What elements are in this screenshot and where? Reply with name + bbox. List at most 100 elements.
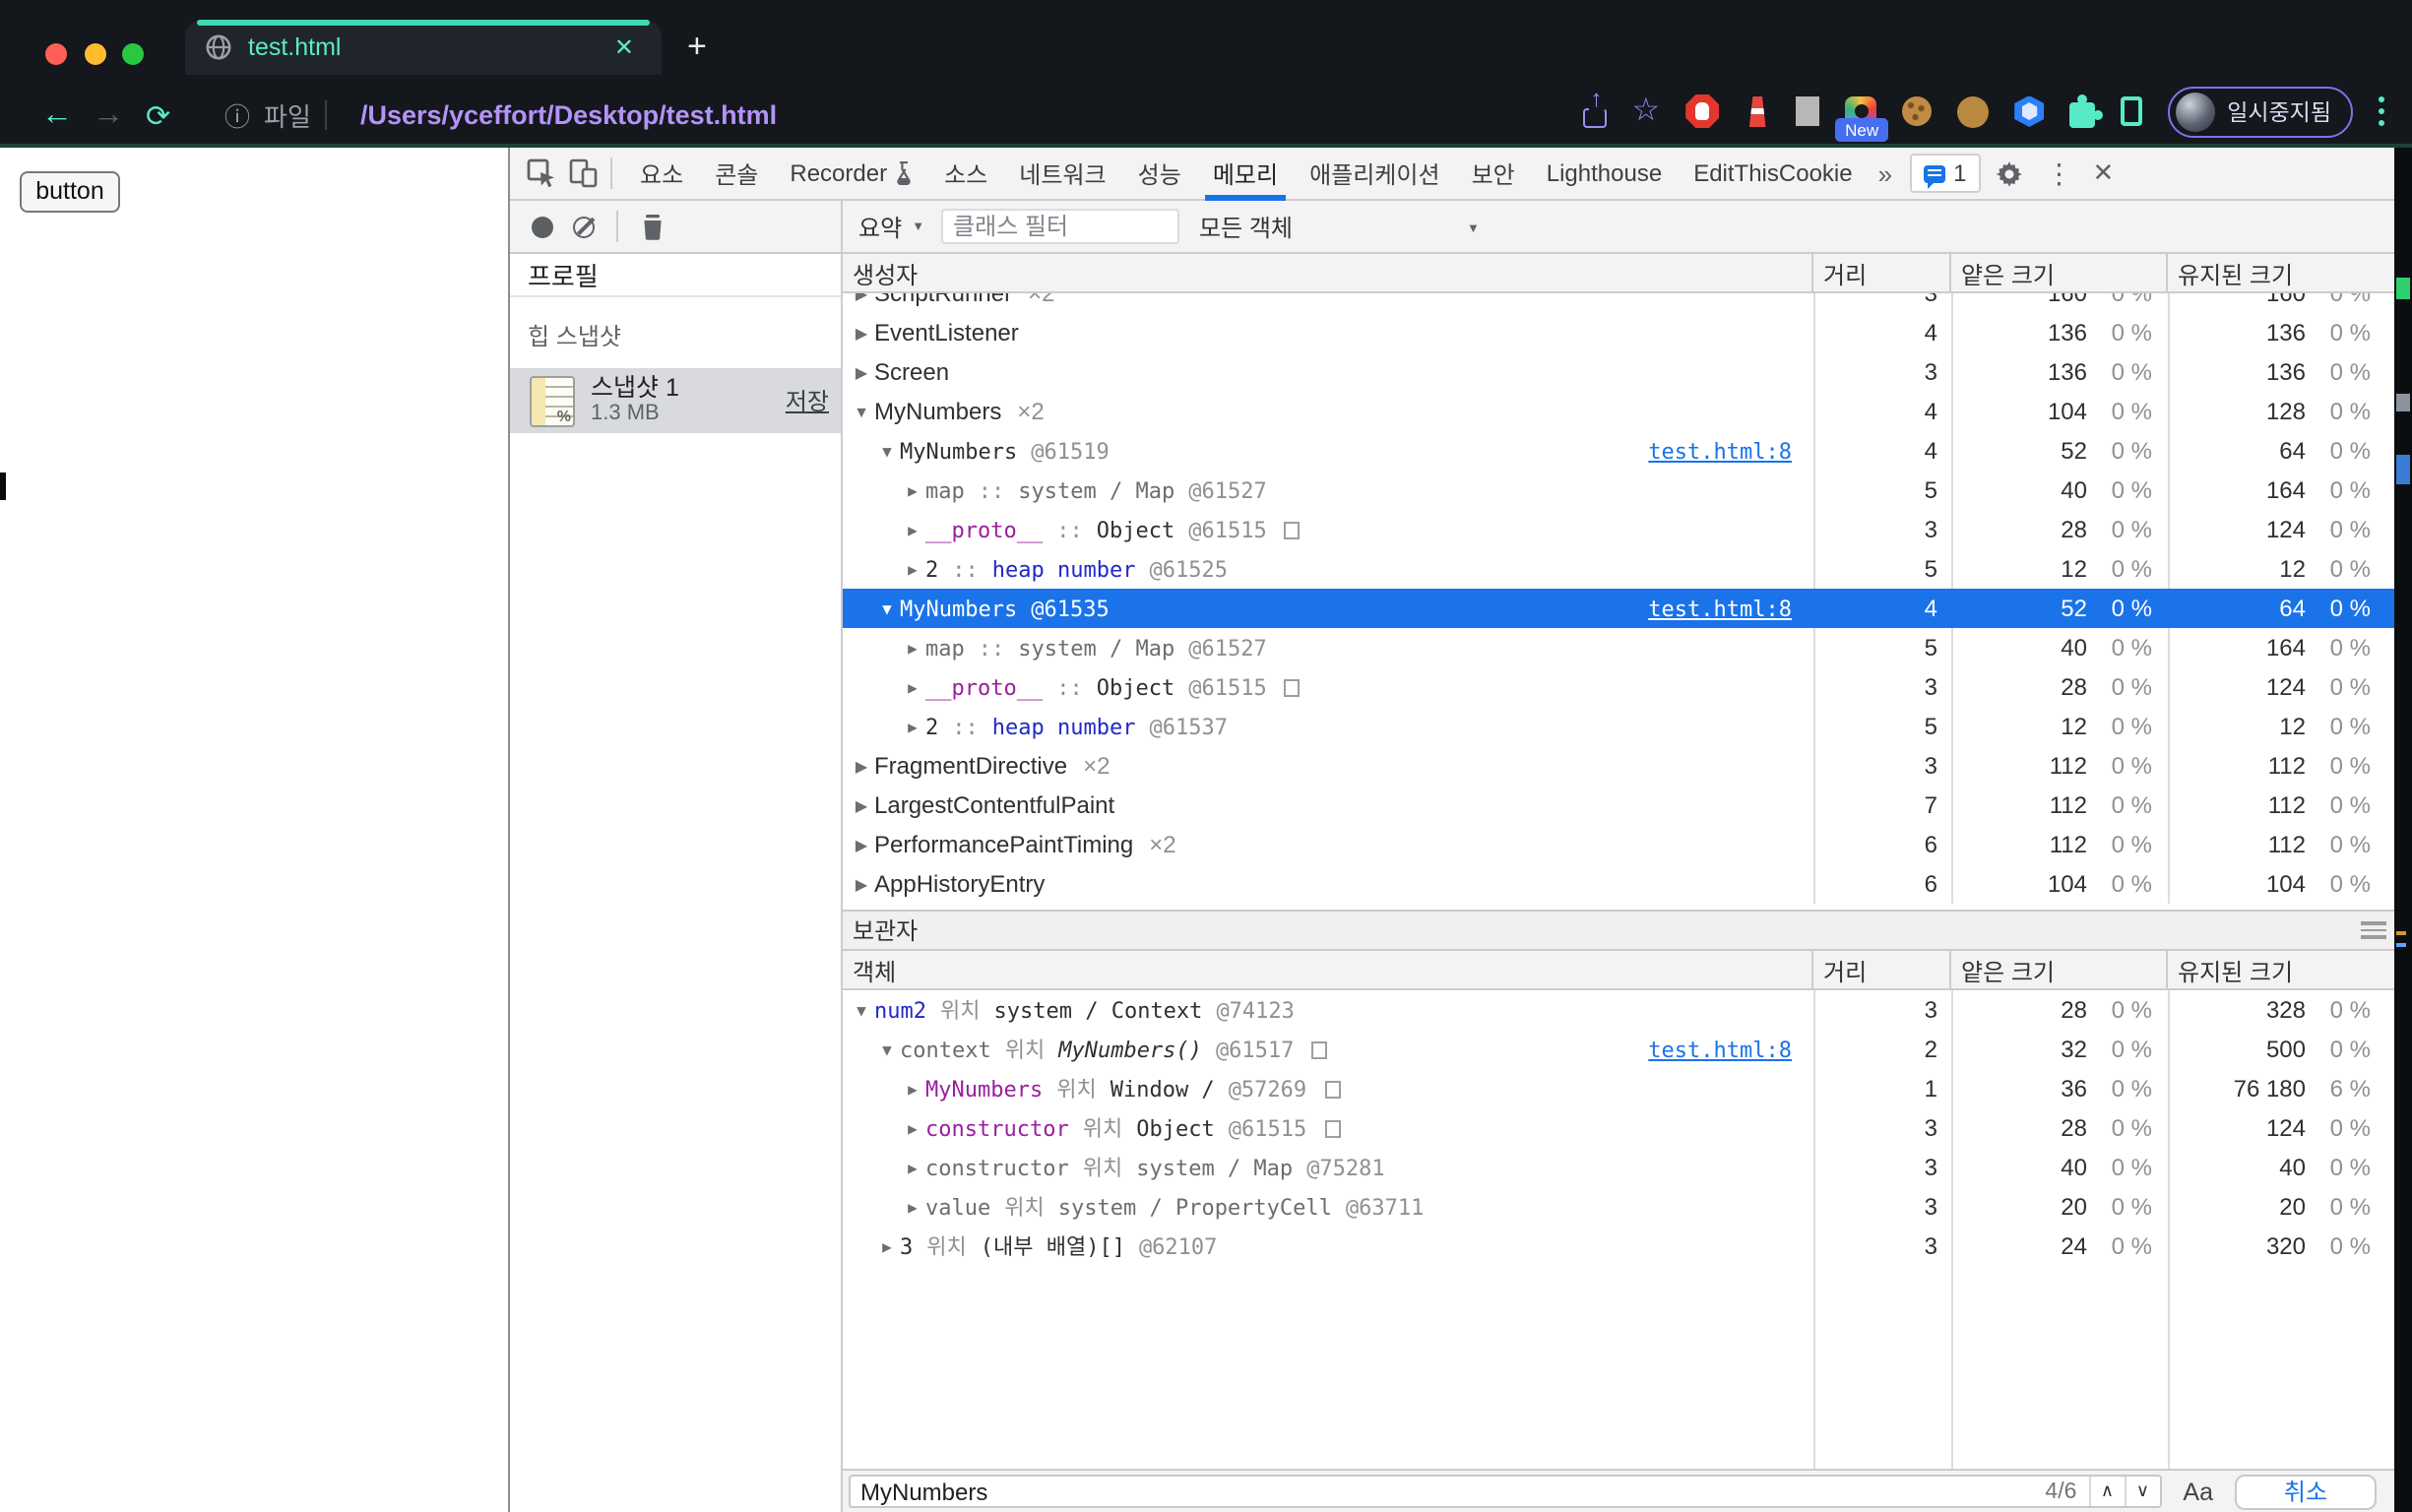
match-case-toggle[interactable]: Aa	[2183, 1478, 2213, 1505]
retainer-row[interactable]: ▶ constructor 위치 system / Map @75281 3 40 0 % 40…	[843, 1148, 2412, 1187]
expand-triangle-icon[interactable]: ▶	[851, 757, 872, 775]
expand-triangle-icon[interactable]: ▶	[902, 560, 923, 578]
expand-triangle-icon[interactable]: ▶	[851, 796, 872, 814]
expand-triangle-icon[interactable]: ▶	[851, 875, 872, 893]
source-link[interactable]: test.html:8	[1648, 1037, 1811, 1062]
snapshot-save-link[interactable]: 저장	[786, 384, 829, 417]
heap-row[interactable]: ▶ map:: system / Map @61527 5 40 0 % 164 0 %	[843, 628, 2412, 667]
column-constructor[interactable]: 생성자	[843, 254, 1811, 291]
search-input[interactable]	[851, 1477, 2046, 1506]
browser-tab[interactable]: test.html ✕	[185, 20, 662, 75]
device-toolbar-icon[interactable]	[567, 158, 599, 189]
heap-row[interactable]: ▼ MyNumbers @61535 test.html:8 4 52 0 % 64 0 %	[843, 589, 2412, 628]
heap-row[interactable]: ▶ FragmentDirective ×2 3 112 0 % 112 0 %	[843, 746, 2412, 786]
retainer-row[interactable]: ▶ constructor 위치 Object @61515 3 28 0 % 124 0 %	[843, 1108, 2412, 1148]
devtools-tab-요소[interactable]: 요소	[624, 147, 699, 200]
heap-row[interactable]: ▼ MyNumbers ×2 4 104 0 % 128 0 %	[843, 392, 2412, 431]
source-link[interactable]: test.html:8	[1648, 596, 1811, 621]
expand-triangle-icon[interactable]: ▶	[851, 324, 872, 342]
retainer-row[interactable]: ▶ value 위치 system / PropertyCell @63711 3 20 0 …	[843, 1187, 2412, 1227]
devtools-tab-소스[interactable]: 소스	[928, 147, 1003, 200]
column-distance[interactable]: 거리	[1811, 951, 1949, 988]
window-close-button[interactable]	[45, 42, 67, 64]
expand-triangle-icon[interactable]: ▶	[851, 836, 872, 853]
retainers-section-bar[interactable]: 보관자	[843, 910, 2412, 951]
expand-triangle-icon[interactable]: ▶	[902, 1080, 923, 1098]
heap-row[interactable]: ▶ __proto__:: Object @61515 3 28 0 % 124 0 %	[843, 510, 2412, 549]
expand-triangle-icon[interactable]: ▶	[902, 718, 923, 735]
snapshot-item[interactable]: 스냅샷 1 1.3 MB 저장	[510, 368, 841, 433]
devtools-tab-EditThisCookie[interactable]: EditThisCookie	[1678, 147, 1868, 200]
more-tabs-chevron[interactable]: »	[1878, 158, 1892, 188]
tab-close-icon[interactable]: ✕	[606, 33, 642, 61]
window-maximize-button[interactable]	[122, 42, 144, 64]
adblock-hand-icon[interactable]	[1685, 94, 1720, 128]
heap-row[interactable]: ▶ LargestContentfulPaint 7 112 0 % 112 0 %	[843, 786, 2412, 825]
record-heap-icon[interactable]	[532, 216, 553, 237]
view-mode-dropdown[interactable]: 요약 ▼	[858, 201, 924, 252]
collapse-triangle-icon[interactable]: ▼	[851, 1001, 872, 1019]
hamburger-icon[interactable]	[2361, 921, 2386, 939]
devtools-tab-애플리케이션[interactable]: 애플리케이션	[1294, 147, 1456, 200]
retainer-row[interactable]: ▼ num2 위치 system / Context @74123 3 28 0 % 328 0 …	[843, 990, 2412, 1030]
heap-row[interactable]: ▶ EventListener 4 136 0 % 136 0 %	[843, 313, 2412, 352]
site-info[interactable]: ⓘ 파일	[224, 87, 327, 144]
devtools-tab-콘솔[interactable]: 콘솔	[699, 147, 774, 200]
collapse-triangle-icon[interactable]: ▼	[876, 442, 898, 460]
expand-triangle-icon[interactable]: ▶	[902, 481, 923, 499]
inspect-element-icon[interactable]	[526, 158, 557, 189]
expand-triangle-icon[interactable]: ▶	[902, 678, 923, 696]
clear-profiles-icon[interactable]	[573, 216, 595, 237]
heap-row[interactable]: ▶ map:: system / Map @61527 5 40 0 % 164 0 %	[843, 471, 2412, 510]
column-shallow-size[interactable]: 얕은 크기	[1949, 951, 2166, 988]
settings-gear-icon[interactable]	[1994, 158, 2023, 188]
trash-icon[interactable]	[640, 213, 666, 240]
objects-filter-dropdown[interactable]: 모든 객체	[1199, 201, 1293, 252]
retainer-row[interactable]: ▼ context 위치 MyNumbers() @61517 test.html:8 2 3…	[843, 1030, 2412, 1069]
heap-row[interactable]: ▶ ScriptRunner ×2 3 160 0 % 160 0 %	[843, 293, 2412, 313]
reload-button[interactable]: ⟳	[146, 87, 170, 144]
heap-row[interactable]: ▶ __proto__:: Object @61515 3 28 0 % 124 0 %	[843, 667, 2412, 707]
cancel-search-button[interactable]: 취소	[2235, 1474, 2377, 1509]
expand-triangle-icon[interactable]: ▶	[902, 639, 923, 657]
collapse-triangle-icon[interactable]: ▼	[876, 1040, 898, 1058]
hexagon-extension-icon[interactable]	[2014, 95, 2045, 127]
expand-triangle-icon[interactable]: ▶	[876, 1237, 898, 1255]
chevron-down-icon[interactable]: ▼	[1467, 203, 1480, 254]
back-button[interactable]: ←	[41, 87, 73, 144]
column-object[interactable]: 객체	[843, 951, 1811, 988]
page-button[interactable]: button	[20, 170, 120, 212]
source-link[interactable]: test.html:8	[1648, 438, 1811, 464]
column-retained-size[interactable]: 유지된 크기	[2166, 951, 2412, 988]
previous-match-button[interactable]: ∧	[2088, 1477, 2124, 1506]
devtools-tab-성능[interactable]: 성능	[1122, 147, 1197, 200]
issues-badge[interactable]: 1	[1910, 154, 1981, 193]
lighthouse-extension-icon[interactable]	[1748, 95, 1766, 127]
expand-triangle-icon[interactable]: ▶	[902, 1119, 923, 1137]
heap-row[interactable]: ▶ 2:: heap number @61525 5 12 0 % 12 0 %	[843, 549, 2412, 589]
expand-triangle-icon[interactable]: ▶	[902, 521, 923, 538]
address-bar[interactable]: /Users/yceffort/Desktop/test.html	[360, 87, 777, 144]
devtools-tab-Lighthouse[interactable]: Lighthouse	[1531, 147, 1678, 200]
retainer-row[interactable]: ▶ MyNumbers 위치 Window / @57269 1 36 0 % 76 180 6 …	[843, 1069, 2412, 1108]
column-distance[interactable]: 거리	[1811, 254, 1949, 291]
gray-extension-icon[interactable]	[1796, 96, 1820, 126]
column-retained-size[interactable]: 유지된 크기	[2166, 254, 2412, 291]
heap-row[interactable]: ▶ AppHistoryEntry 6 104 0 % 104 0 %	[843, 864, 2412, 904]
cookie-editor-icon[interactable]	[1957, 95, 1990, 127]
heap-row[interactable]: ▶ PerformancePaintTiming ×2 6 112 0 % 112 0 %	[843, 825, 2412, 864]
devtools-close-icon[interactable]: ✕	[2092, 158, 2114, 189]
heap-row[interactable]: ▼ MyNumbers @61519 test.html:8 4 52 0 % 64 0 %	[843, 431, 2412, 471]
scroll-overview-strip[interactable]	[2394, 148, 2412, 1512]
bookmark-star-icon[interactable]: ☆	[1632, 94, 1661, 127]
profile-chip[interactable]: 일시중지됨	[2168, 86, 2353, 137]
class-filter-input[interactable]	[941, 209, 1179, 244]
new-tab-button[interactable]: +	[687, 28, 707, 67]
camera-extension-icon[interactable]: New	[1835, 95, 1889, 142]
reader-extension-icon[interactable]	[2121, 96, 2143, 126]
forward-button[interactable]: →	[93, 87, 124, 144]
expand-triangle-icon[interactable]: ▶	[902, 1159, 923, 1176]
window-minimize-button[interactable]	[84, 42, 105, 64]
heap-row[interactable]: ▶ 2:: heap number @61537 5 12 0 % 12 0 %	[843, 707, 2412, 746]
cookie-icon[interactable]	[1902, 96, 1933, 126]
